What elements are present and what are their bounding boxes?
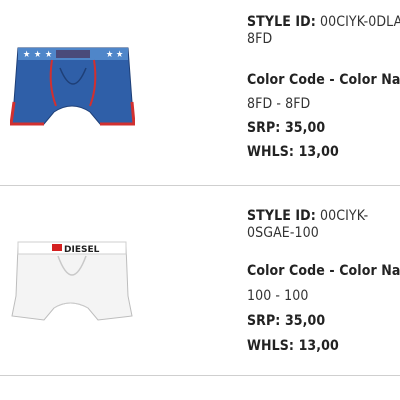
white-trunks-image: DIESEL xyxy=(11,241,133,321)
whls-value: 13,00 xyxy=(298,338,339,354)
whls-label: WHLS: xyxy=(247,144,295,160)
style-id-value-cont: 8FD xyxy=(247,31,273,47)
color-code-value: 100 - 100 xyxy=(247,288,309,304)
style-id-value: 00CIYK- xyxy=(320,208,369,224)
svg-text:★: ★ xyxy=(23,50,30,60)
blue-trunks-image: ★ ★ ★ ★ ★ xyxy=(9,47,136,126)
divider xyxy=(0,375,400,376)
style-id-label: STYLE ID: xyxy=(247,14,316,30)
style-id-line: STYLE ID: 00CIYK- xyxy=(247,208,368,225)
whls-line: WHLS: 13,00 xyxy=(247,338,339,355)
color-code-heading: Color Code - Color Nam xyxy=(247,72,400,88)
srp-label: SRP: xyxy=(247,313,281,329)
svg-text:★: ★ xyxy=(106,50,113,60)
svg-text:★: ★ xyxy=(34,50,41,60)
product-info: STYLE ID: 00CIYK- 0SGAE-100 Color Code -… xyxy=(247,208,400,358)
style-id-value-cont: 0SGAE-100 xyxy=(247,225,319,241)
whls-value: 13,00 xyxy=(298,144,339,160)
product-image[interactable]: ★ ★ ★ ★ ★ xyxy=(9,40,136,130)
srp-label: SRP: xyxy=(247,120,281,136)
style-id-value: 00CIYK-0DLA xyxy=(320,14,400,30)
product-list: ★ ★ ★ ★ ★ STYLE ID: 00CIYK-0DLA 8FD Colo… xyxy=(0,0,400,400)
product-card[interactable]: ★ ★ ★ ★ ★ STYLE ID: 00CIYK-0DLA 8FD Colo… xyxy=(0,0,400,185)
srp-value: 35,00 xyxy=(284,120,326,136)
color-code-heading: Color Code - Color Nan xyxy=(247,263,400,279)
waistband-logo-text: DIESEL xyxy=(64,245,100,255)
style-id-line: STYLE ID: 00CIYK-0DLA xyxy=(247,14,400,31)
product-card[interactable]: DIESEL STYLE ID: 00CIYK- 0SGAE-100 Color… xyxy=(0,186,400,376)
product-image[interactable]: DIESEL xyxy=(10,236,135,326)
srp-line: SRP: 35,00 xyxy=(247,120,325,137)
product-info: STYLE ID: 00CIYK-0DLA 8FD Color Code - C… xyxy=(247,14,400,164)
whls-label: WHLS: xyxy=(247,338,295,354)
svg-text:★: ★ xyxy=(45,50,52,60)
color-code-value: 8FD - 8FD xyxy=(247,96,311,112)
whls-line: WHLS: 13,00 xyxy=(247,144,339,161)
style-id-label: STYLE ID: xyxy=(247,208,316,224)
srp-line: SRP: 35,00 xyxy=(247,313,325,330)
srp-value: 35,00 xyxy=(284,313,326,329)
svg-text:★: ★ xyxy=(116,50,123,60)
